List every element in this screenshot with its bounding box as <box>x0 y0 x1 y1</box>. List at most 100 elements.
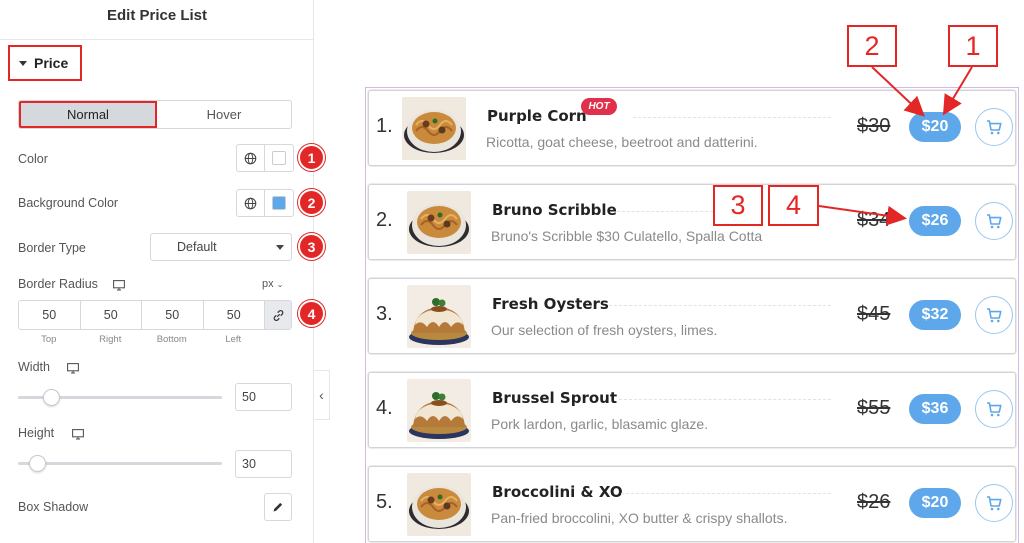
item-number: 3. <box>376 303 393 325</box>
item-number: 4. <box>376 397 393 419</box>
tab-normal[interactable]: Normal <box>19 101 157 128</box>
step-badge-2: 2 <box>298 189 325 216</box>
item-description: Pork lardon, garlic, blasamic glaze. <box>491 416 709 432</box>
item-name: Brussel Sprout <box>492 389 617 407</box>
global-colors-icon[interactable] <box>237 190 265 216</box>
food-image <box>407 191 471 254</box>
add-to-cart-button[interactable] <box>975 296 1013 334</box>
section-label: Price <box>34 55 69 71</box>
item-description: Ricotta, goat cheese, beetroot and datte… <box>486 134 758 150</box>
desktop-icon[interactable] <box>67 361 79 379</box>
item-number: 1. <box>376 115 393 137</box>
color-picker[interactable] <box>265 145 293 171</box>
item-name: Bruno Scribble <box>492 201 617 219</box>
width-label: Width <box>18 360 50 374</box>
radius-bottom-input[interactable]: 50 <box>142 301 204 329</box>
food-image <box>407 379 471 442</box>
radius-top-label: Top <box>41 334 57 345</box>
callout-2: 2 <box>847 25 897 67</box>
cart-icon <box>987 307 1002 322</box>
callout-4: 4 <box>768 185 819 226</box>
price-badge[interactable]: $32 <box>909 300 961 330</box>
unit-value: px <box>262 278 274 290</box>
bg-color-swatch <box>272 196 286 210</box>
add-to-cart-button[interactable] <box>975 108 1013 146</box>
cart-icon <box>987 495 1002 510</box>
radius-bottom-label: Bottom <box>156 334 187 345</box>
panel-title: Edit Price List <box>0 0 314 40</box>
color-label: Color <box>18 152 48 166</box>
pencil-icon <box>273 502 283 512</box>
bg-color-label: Background Color <box>18 196 119 210</box>
old-price: $30 <box>857 115 891 137</box>
list-item: 5. Broccolini & XO Pan-fried broccolini,… <box>368 466 1016 542</box>
item-description: Our selection of fresh oysters, limes. <box>491 322 718 338</box>
chevron-down-icon <box>276 245 284 250</box>
color-control <box>236 144 294 172</box>
box-shadow-edit-button[interactable] <box>264 493 292 521</box>
border-type-label: Border Type <box>18 241 86 255</box>
unit-selector[interactable]: px ⌄ <box>262 278 283 290</box>
step-badge-3: 3 <box>298 233 325 260</box>
add-to-cart-button[interactable] <box>975 484 1013 522</box>
separator <box>609 305 831 306</box>
edit-panel: Edit Price List Price Normal Hover Color… <box>0 0 325 543</box>
list-item: 2. Bruno Scribble Bruno's Scribble $30 C… <box>368 184 1016 260</box>
chevron-down-icon: ⌄ <box>276 280 284 289</box>
separator <box>633 117 831 118</box>
step-badge-4: 4 <box>298 300 325 327</box>
price-list-preview: 1. Purple Corn HOT Ricotta, goat cheese,… <box>365 87 1019 543</box>
height-input[interactable]: 30 <box>235 450 292 478</box>
border-type-select[interactable]: Default <box>150 233 292 261</box>
height-slider-thumb[interactable] <box>29 455 46 472</box>
item-name: Fresh Oysters <box>492 295 609 313</box>
list-item: 3. Fresh Oysters Our selection of fresh … <box>368 278 1016 354</box>
desktop-icon[interactable] <box>72 427 84 445</box>
section-price-toggle[interactable]: Price <box>8 45 82 81</box>
color-swatch <box>272 151 286 165</box>
food-image <box>407 473 471 536</box>
step-badge-1: 1 <box>298 144 325 171</box>
price-badge[interactable]: $36 <box>909 394 961 424</box>
list-item: 4. Brussel Sprout Pork lardon, garlic, b… <box>368 372 1016 448</box>
item-name: Broccolini & XO <box>492 483 623 501</box>
add-to-cart-button[interactable] <box>975 390 1013 428</box>
radius-top-input[interactable]: 50 <box>19 301 81 329</box>
list-item: 1. Purple Corn HOT Ricotta, goat cheese,… <box>368 90 1016 166</box>
radius-left-input[interactable]: 50 <box>204 301 265 329</box>
global-colors-icon[interactable] <box>237 145 265 171</box>
width-slider-thumb[interactable] <box>43 389 60 406</box>
link-values-button[interactable] <box>265 301 291 329</box>
caret-down-icon <box>19 60 27 66</box>
state-tabs: Normal Hover <box>18 100 292 129</box>
old-price: $34 <box>857 209 891 231</box>
bg-color-control <box>236 189 294 217</box>
old-price: $55 <box>857 397 891 419</box>
callout-3: 3 <box>713 185 763 226</box>
separator <box>617 211 713 212</box>
add-to-cart-button[interactable] <box>975 202 1013 240</box>
price-badge[interactable]: $20 <box>909 112 961 142</box>
item-name: Purple Corn <box>487 107 587 125</box>
border-radius-label: Border Radius <box>18 277 98 291</box>
radius-labels: Top Right Bottom Left <box>18 334 264 345</box>
price-badge[interactable]: $26 <box>909 206 961 236</box>
panel-collapse-button[interactable]: ‹ <box>314 370 330 420</box>
radius-right-input[interactable]: 50 <box>81 301 142 329</box>
item-number: 5. <box>376 491 393 513</box>
callout-1: 1 <box>948 25 998 67</box>
height-slider-track[interactable] <box>18 462 222 465</box>
tab-hover[interactable]: Hover <box>157 101 291 128</box>
desktop-icon[interactable] <box>113 278 125 296</box>
food-image <box>407 285 471 348</box>
bg-color-picker[interactable] <box>265 190 293 216</box>
width-input[interactable]: 50 <box>235 383 292 411</box>
item-number: 2. <box>376 209 393 231</box>
item-description: Pan-fried broccolini, XO butter & crispy… <box>491 510 788 526</box>
price-badge[interactable]: $20 <box>909 488 961 518</box>
separator <box>619 399 831 400</box>
hot-badge: HOT <box>581 98 617 115</box>
box-shadow-label: Box Shadow <box>18 500 89 514</box>
height-label: Height <box>18 426 55 440</box>
border-radius-inputs: 50 50 50 50 <box>18 300 292 330</box>
